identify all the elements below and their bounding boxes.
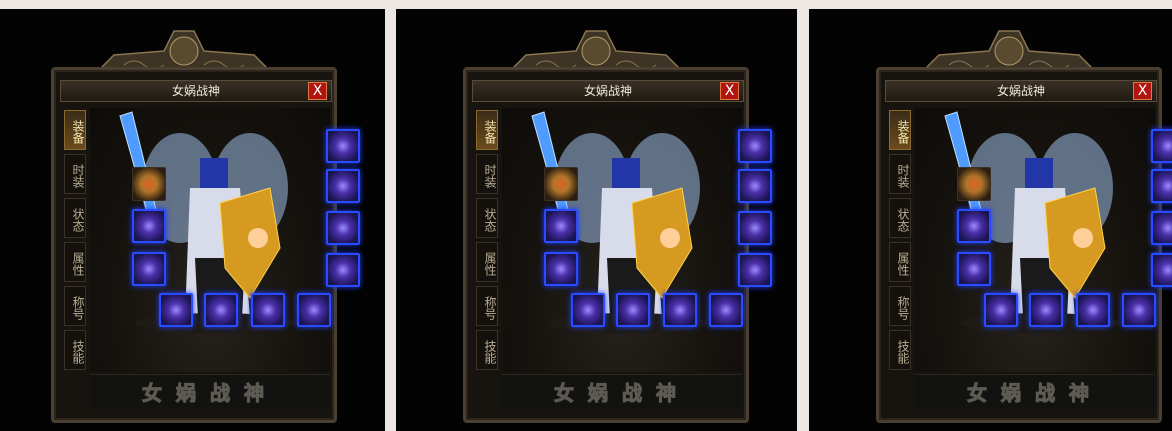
- gem-slot[interactable]: [251, 293, 285, 327]
- left-bracelet-slot[interactable]: [957, 209, 991, 243]
- left-ring-slot[interactable]: [544, 252, 578, 286]
- close-icon: X: [1137, 83, 1148, 99]
- necklace-slot[interactable]: [738, 129, 772, 163]
- side-tabs: 装备 时装 状态 属性 称号 技能: [476, 110, 500, 374]
- title-bar: 女娲战神 X: [472, 80, 744, 102]
- tab-5[interactable]: 技能: [476, 330, 498, 370]
- helmet-ornament-slot[interactable]: [1151, 169, 1172, 203]
- tab-5[interactable]: 技能: [64, 330, 86, 370]
- belt-slot[interactable]: [159, 293, 193, 327]
- medal-slot[interactable]: [544, 167, 578, 201]
- character-panel: 女娲战神 X 装备 时装 状态 属性 称号 技能 女娲战神: [0, 9, 385, 431]
- medal-slot[interactable]: [957, 167, 991, 201]
- belt-slot[interactable]: [571, 293, 605, 327]
- tab-2[interactable]: 状态: [64, 198, 86, 238]
- tab-1[interactable]: 时装: [476, 154, 498, 194]
- helmet-ornament-slot[interactable]: [326, 169, 360, 203]
- orb-slot[interactable]: [709, 293, 743, 327]
- close-button[interactable]: X: [308, 82, 327, 100]
- tab-2[interactable]: 状态: [889, 198, 911, 238]
- character-window: 女娲战神 X 装备 时装 状态 属性 称号 技能 女娲战神: [463, 67, 772, 423]
- helmet-ornament-slot[interactable]: [738, 169, 772, 203]
- tab-1[interactable]: 时装: [64, 154, 86, 194]
- necklace-slot[interactable]: [1151, 129, 1172, 163]
- character-panel: 女娲战神 X 装备 时装 状态 属性 称号 技能 女娲战神: [809, 9, 1172, 431]
- left-ring-slot[interactable]: [957, 252, 991, 286]
- side-tabs: 装备 时装 状态 属性 称号 技能: [64, 110, 88, 374]
- boots-slot[interactable]: [616, 293, 650, 327]
- tab-4[interactable]: 称号: [476, 286, 498, 326]
- name-banner: 女娲战神: [915, 374, 1155, 410]
- close-icon: X: [724, 83, 735, 99]
- orb-slot[interactable]: [297, 293, 331, 327]
- tab-3[interactable]: 属性: [64, 242, 86, 282]
- tab-1[interactable]: 时装: [889, 154, 911, 194]
- window-title: 女娲战神: [583, 84, 632, 98]
- close-button[interactable]: X: [720, 82, 739, 100]
- gem-slot[interactable]: [1076, 293, 1110, 327]
- equipment-area: [915, 108, 1172, 372]
- tab-0[interactable]: 装备: [476, 110, 498, 150]
- window-title: 女娲战神: [996, 84, 1045, 98]
- close-button[interactable]: X: [1133, 82, 1152, 100]
- close-icon: X: [312, 83, 323, 99]
- boots-slot[interactable]: [1029, 293, 1063, 327]
- name-banner: 女娲战神: [502, 374, 742, 410]
- character-window: 女娲战神 X 装备 时装 状态 属性 称号 技能 女娲战神: [876, 67, 1172, 423]
- necklace-slot[interactable]: [326, 129, 360, 163]
- left-bracelet-slot[interactable]: [132, 209, 166, 243]
- medal-slot[interactable]: [132, 167, 166, 201]
- character-panel: 女娲战神 X 装备 时装 状态 属性 称号 技能 女娲战神: [396, 9, 797, 431]
- tab-3[interactable]: 属性: [889, 242, 911, 282]
- tab-2[interactable]: 状态: [476, 198, 498, 238]
- left-ring-slot[interactable]: [132, 252, 166, 286]
- equipment-area: [502, 108, 772, 372]
- window-title: 女娲战神: [171, 84, 220, 98]
- right-ring-slot[interactable]: [1151, 253, 1172, 287]
- right-bracelet-slot[interactable]: [738, 211, 772, 245]
- side-tabs: 装备 时装 状态 属性 称号 技能: [889, 110, 913, 374]
- gem-slot[interactable]: [663, 293, 697, 327]
- equipment-area: [90, 108, 360, 372]
- right-ring-slot[interactable]: [738, 253, 772, 287]
- belt-slot[interactable]: [984, 293, 1018, 327]
- tab-5[interactable]: 技能: [889, 330, 911, 370]
- right-bracelet-slot[interactable]: [326, 211, 360, 245]
- tab-3[interactable]: 属性: [476, 242, 498, 282]
- tab-4[interactable]: 称号: [889, 286, 911, 326]
- character-window: 女娲战神 X 装备 时装 状态 属性 称号 技能 女娲战神: [51, 67, 360, 423]
- boots-slot[interactable]: [204, 293, 238, 327]
- title-bar: 女娲战神 X: [885, 80, 1157, 102]
- orb-slot[interactable]: [1122, 293, 1156, 327]
- tab-0[interactable]: 装备: [64, 110, 86, 150]
- left-bracelet-slot[interactable]: [544, 209, 578, 243]
- name-banner: 女娲战神: [90, 374, 330, 410]
- title-bar: 女娲战神 X: [60, 80, 332, 102]
- tab-0[interactable]: 装备: [889, 110, 911, 150]
- tab-4[interactable]: 称号: [64, 286, 86, 326]
- right-bracelet-slot[interactable]: [1151, 211, 1172, 245]
- right-ring-slot[interactable]: [326, 253, 360, 287]
